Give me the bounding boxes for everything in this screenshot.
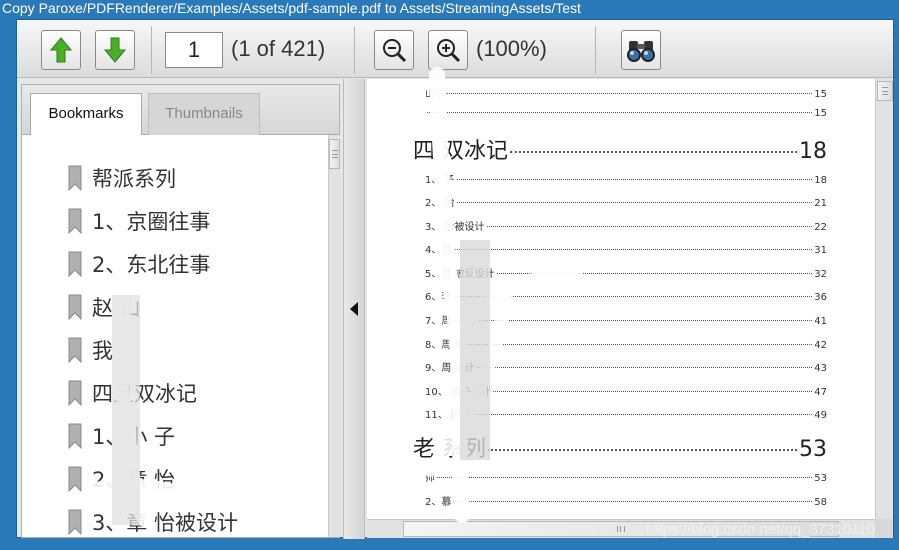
bookmark-label: 1、京圈往事 xyxy=(92,210,211,234)
bookmark-scrollbar[interactable] xyxy=(328,135,340,537)
bookmark-label: 四旦双冰记 xyxy=(92,382,197,406)
toc-entry: 3、 怡被设计 22 xyxy=(425,222,827,233)
bookmark-icon xyxy=(68,208,82,234)
arrow-down-icon xyxy=(104,37,126,63)
toc-entry: 9、周 设计 43 xyxy=(425,363,827,374)
triangle-left-icon xyxy=(350,302,358,316)
tab-thumbnails[interactable]: Thumbnails xyxy=(148,93,260,135)
binoculars-icon xyxy=(627,41,655,62)
collapse-sidebar-button[interactable] xyxy=(343,79,365,539)
bookmark-label: 2、章 怡 xyxy=(92,468,176,492)
bookmark-icon xyxy=(68,251,82,277)
toolbar: 1 (1 of 421) (100%) xyxy=(17,20,893,78)
toolbar-separator xyxy=(595,26,596,74)
toc-entry: 老 系列 53 xyxy=(413,437,827,462)
document-vertical-scrollbar[interactable] xyxy=(875,79,893,519)
scrollbar-corner xyxy=(875,519,893,538)
previous-page-button[interactable] xyxy=(41,30,81,70)
bookmark-icon xyxy=(68,423,82,449)
bookmark-item[interactable]: 我 xyxy=(68,335,113,365)
zoom-out-icon xyxy=(383,39,407,63)
window-title: Copy Paroxe/PDFRenderer/Examples/Assets/… xyxy=(2,0,581,16)
page-count-label: (1 of 421) xyxy=(231,36,326,61)
toc-entry: 2、 怡 21 xyxy=(425,198,827,209)
search-button[interactable] xyxy=(621,30,661,70)
pdf-page: 山 15 15 四 双冰记 18 1、 子 18 2、 怡 21 3、 怡被设计 22 4… xyxy=(367,79,875,519)
bookmark-item[interactable]: 四旦双冰记 xyxy=(68,378,197,408)
toc-entry: 4、范 31 xyxy=(425,245,827,256)
toc-entry: 11、 回击 49 xyxy=(425,410,827,421)
toolbar-separator xyxy=(151,26,152,74)
tab-bookmarks[interactable]: Bookmarks xyxy=(30,93,142,135)
bookmark-item[interactable]: 2、东北往事 xyxy=(68,249,210,279)
bookmark-item[interactable]: 1、京圈往事 xyxy=(68,206,210,236)
toc-entry: 山 15 xyxy=(425,89,827,100)
document-viewport[interactable]: 山 15 15 四 双冰记 18 1、 子 18 2、 怡 21 3、 怡被设计 22 4… xyxy=(367,79,893,538)
bookmark-label: 3、章 怡被设计 xyxy=(92,511,239,535)
zoom-in-button[interactable] xyxy=(428,30,468,70)
next-page-button[interactable] xyxy=(95,30,135,70)
bookmark-list: 帮派系列 1、京圈往事 2、东北往事 赵 山 我 四旦双冰记 1、小 子 2、章… xyxy=(22,135,328,537)
bookmark-label: 1、小 子 xyxy=(92,425,176,449)
bookmark-icon xyxy=(68,165,82,191)
bookmark-item[interactable]: 帮派系列 xyxy=(68,163,176,193)
bookmark-icon xyxy=(68,466,82,492)
bookmark-item[interactable]: 1、小 子 xyxy=(68,421,175,451)
toc-entry: 5、范 被反设计 32 xyxy=(425,269,827,280)
bookmark-icon xyxy=(68,337,82,363)
pdf-viewer-window: 1 (1 of 421) (100%) Bookmarks Thumbnails… xyxy=(16,19,894,539)
page-number-input[interactable]: 1 xyxy=(165,32,223,68)
bookmark-icon xyxy=(68,509,82,535)
toc-entry: 10、 燕子设计 47 xyxy=(425,387,827,398)
bookmark-label: 帮派系列 xyxy=(92,167,176,191)
toc-entry: 师 53 xyxy=(425,473,827,484)
scrollbar-thumb[interactable] xyxy=(877,81,893,101)
toc-entry: 四 双冰记 18 xyxy=(413,139,827,164)
bookmark-label: 赵 山 xyxy=(92,296,141,320)
bookmark-item[interactable]: 赵 山 xyxy=(68,292,141,322)
sidebar-tabs: Bookmarks Thumbnails xyxy=(22,85,339,135)
bookmarks-panel: Bookmarks Thumbnails 帮派系列 1、京圈往事 2、东北往事 … xyxy=(21,84,340,538)
toc-entry: 15 xyxy=(425,108,827,119)
scrollbar-thumb[interactable] xyxy=(329,139,340,169)
zoom-level-label: (100%) xyxy=(476,36,547,61)
bookmark-item[interactable]: 2、章 怡 xyxy=(68,464,175,494)
zoom-out-button[interactable] xyxy=(374,30,414,70)
toc-entry: 8、周 瘦 42 xyxy=(425,340,827,351)
arrow-up-icon xyxy=(50,37,72,63)
watermark: https://blog.csdn.net/qq_37310110 xyxy=(646,521,876,538)
toc-entry: 2、慕 58 xyxy=(425,497,827,508)
toc-entry: 1、 子 18 xyxy=(425,175,827,186)
bookmark-label: 2、东北往事 xyxy=(92,253,211,277)
toc-entry: 7、周 41 xyxy=(425,316,827,327)
toc-entry: 6、李 36 xyxy=(425,292,827,303)
toolbar-separator xyxy=(354,26,355,74)
bookmark-icon xyxy=(68,380,82,406)
bookmark-label: 我 xyxy=(92,339,113,363)
zoom-in-icon xyxy=(437,39,461,63)
bookmark-icon xyxy=(68,294,82,320)
bookmark-item[interactable]: 3、章 怡被设计 xyxy=(68,507,238,537)
